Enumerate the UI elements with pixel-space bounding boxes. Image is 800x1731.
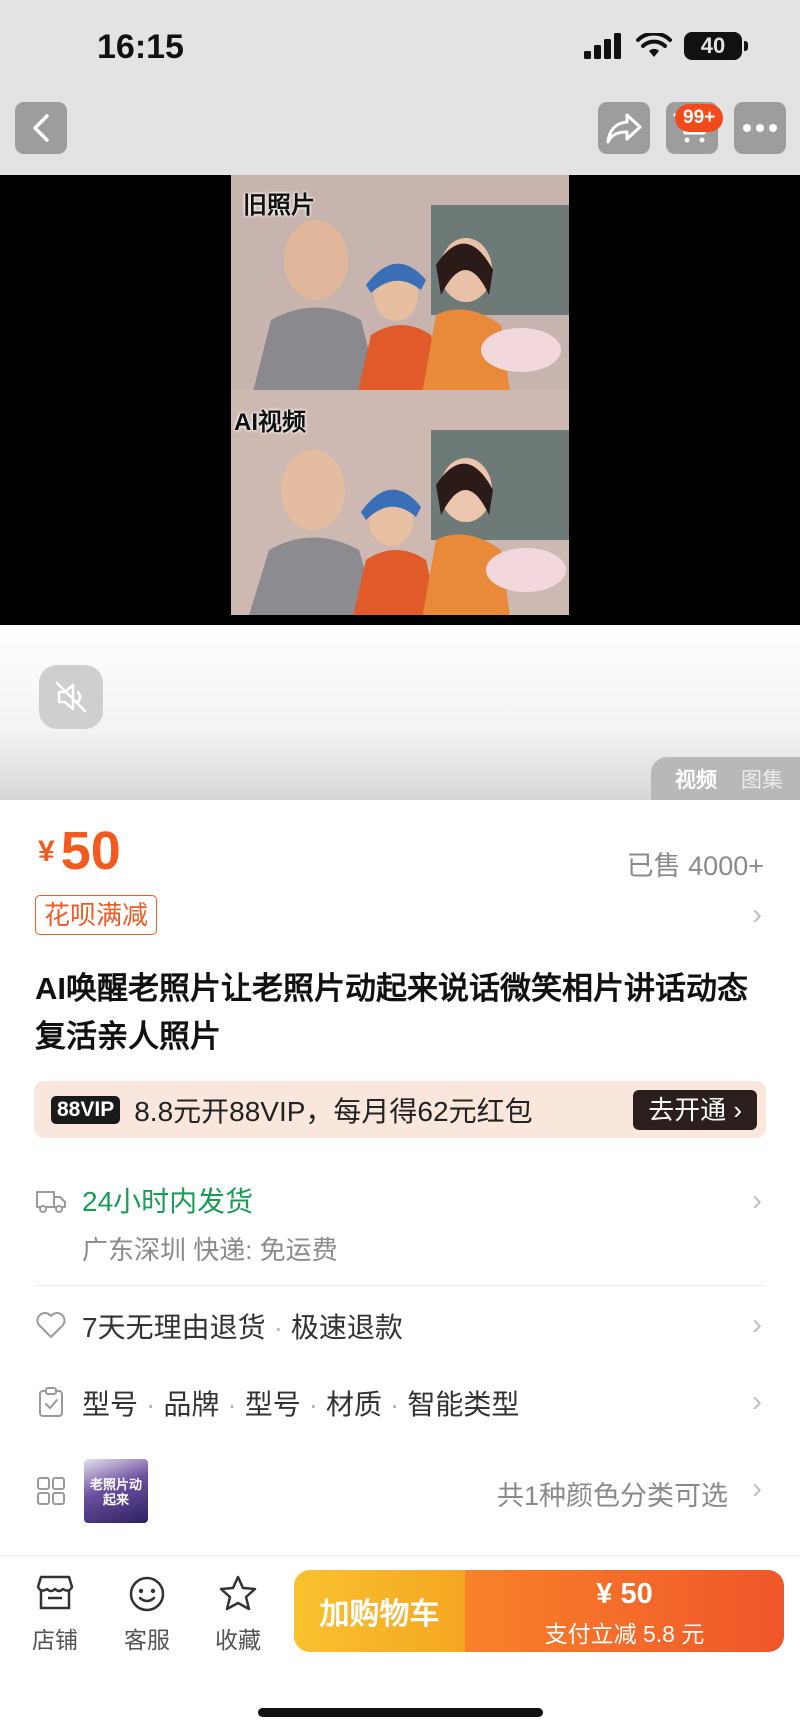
buy-now-button[interactable]: ¥ 50 支付立减 5.8 元	[465, 1570, 784, 1652]
return-policy-2: 极速退款	[290, 1312, 403, 1343]
return-policy[interactable]: 7天无理由退货 · 极速退款	[82, 1306, 403, 1346]
sku-summary[interactable]: 共1种颜色分类可选	[497, 1474, 728, 1513]
sku-chevron-icon[interactable]: ›	[752, 1472, 762, 1506]
spec-item: 型号	[244, 1389, 301, 1420]
promo-tag[interactable]: 花呗满减	[35, 895, 158, 935]
service-icon	[129, 1576, 165, 1612]
shipping-details: 广东深圳 快递: 免运费	[82, 1235, 338, 1265]
truck-icon	[36, 1191, 66, 1213]
store-button[interactable]: 店铺	[20, 1574, 90, 1655]
customer-service-button[interactable]: 客服	[112, 1574, 182, 1655]
currency-symbol: ¥	[38, 835, 55, 868]
more-button[interactable]	[734, 102, 786, 154]
ai-video-label: AI视频	[234, 409, 306, 436]
bottom-action-bar: 店铺 客服 收藏 加购物车 ¥ 50 支付立减 5.8 元	[0, 1555, 800, 1731]
specs-chevron-icon[interactable]: ›	[752, 1385, 762, 1419]
battery-indicator: 40	[684, 32, 748, 60]
spec-item: 品牌	[163, 1389, 220, 1420]
spec-item: 型号	[82, 1389, 139, 1420]
vip-offer-text: 8.8元开88VIP，每月得62元红包	[134, 1095, 533, 1127]
favorite-label: 收藏	[215, 1627, 261, 1653]
clipboard-icon	[39, 1387, 63, 1417]
status-icons: 40	[584, 32, 748, 60]
store-label: 店铺	[32, 1627, 78, 1653]
price: ¥50	[38, 820, 121, 882]
spec-list[interactable]: 型号 · 品牌 · 型号 · 材质 · 智能类型	[82, 1383, 519, 1423]
ai-video-frame: AI视频	[231, 390, 569, 615]
more-icon	[743, 124, 777, 132]
share-icon	[606, 113, 642, 144]
divider	[35, 1285, 765, 1286]
vip-badge: 88VIP	[51, 1095, 121, 1124]
old-photo-frame: 旧照片	[231, 175, 569, 400]
spec-item: 材质	[326, 1389, 383, 1420]
mute-button[interactable]	[39, 665, 103, 729]
wifi-icon	[636, 33, 672, 57]
heart-icon	[36, 1312, 66, 1338]
buy-price: ¥ 50	[596, 1578, 653, 1610]
top-header: 16:15 40 99+	[0, 0, 800, 175]
chevron-left-icon	[33, 114, 49, 142]
vip-open-button[interactable]: 去开通 ›	[633, 1090, 757, 1130]
star-icon	[219, 1575, 257, 1611]
shipping-chevron-icon[interactable]: ›	[752, 1184, 762, 1218]
shipping-title: 24小时内发货	[82, 1186, 254, 1217]
grid-icon	[37, 1477, 65, 1505]
return-policy-1: 7天无理由退货	[82, 1312, 266, 1343]
back-button[interactable]	[15, 102, 67, 154]
old-photo-label: 旧照片	[243, 192, 315, 219]
purchase-actions: 加购物车 ¥ 50 支付立减 5.8 元	[294, 1570, 784, 1652]
sold-count: 已售 4000+	[626, 851, 764, 881]
returns-chevron-icon[interactable]: ›	[752, 1308, 762, 1342]
product-title: AI唤醒老照片让老照片动起来说话微笑相片讲话动态复活亲人照片	[35, 971, 748, 1054]
add-to-cart-button[interactable]: 加购物车	[294, 1570, 465, 1652]
vip-banner[interactable]: 88VIP 8.8元开88VIP，每月得62元红包 去开通 ›	[34, 1081, 766, 1138]
service-label: 客服	[124, 1627, 170, 1653]
spec-item: 智能类型	[407, 1389, 520, 1420]
speaker-muted-icon	[55, 681, 87, 713]
chevron-right-icon[interactable]: ›	[752, 898, 762, 932]
product-video[interactable]: 旧照片 AI视频	[0, 175, 800, 625]
status-time: 16:15	[97, 28, 184, 66]
vip-open-label: 去开通	[648, 1095, 727, 1125]
favorite-button[interactable]: 收藏	[203, 1574, 273, 1655]
media-tabs: 视频 图集	[651, 757, 800, 800]
signal-icon	[584, 33, 621, 59]
buy-discount: 支付立减 5.8 元	[544, 1621, 705, 1647]
cart-count-badge: 99+	[675, 104, 724, 132]
home-indicator	[258, 1708, 543, 1717]
share-button[interactable]	[598, 102, 650, 154]
store-icon	[36, 1575, 74, 1610]
price-value: 50	[60, 821, 121, 881]
tab-video[interactable]: 视频	[675, 764, 717, 794]
sku-thumbnail[interactable]: 老照片动起来	[84, 1459, 148, 1523]
tab-gallery[interactable]: 图集	[741, 764, 783, 794]
